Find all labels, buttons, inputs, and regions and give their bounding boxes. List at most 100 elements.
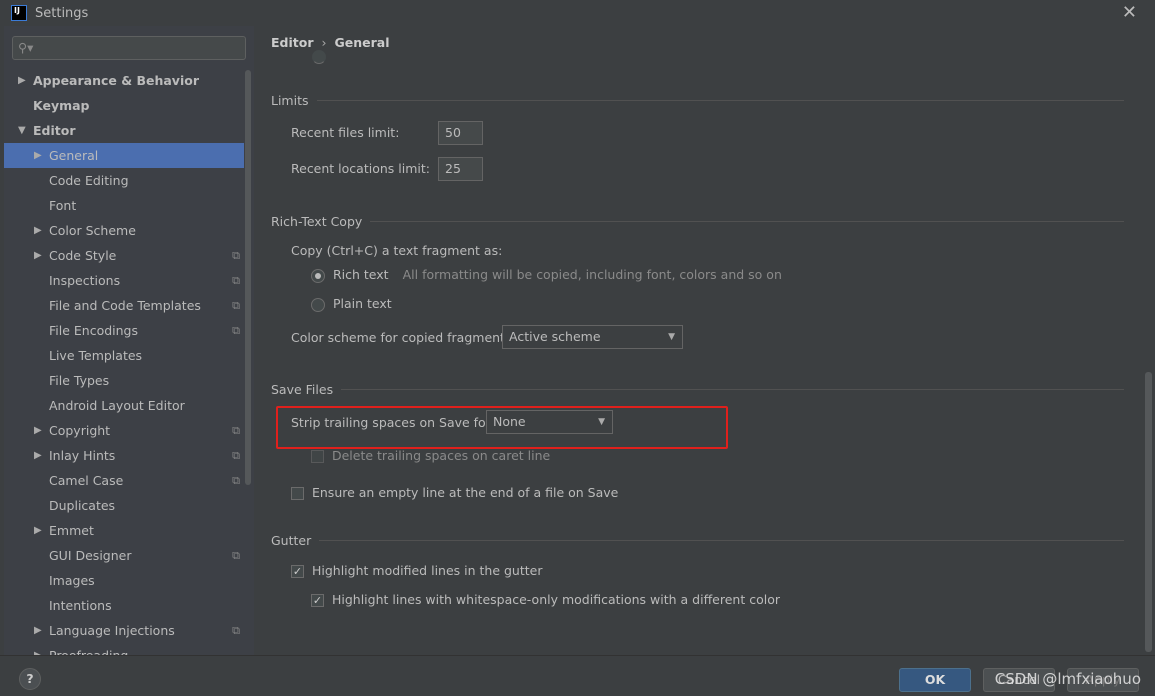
ok-button[interactable]: OK	[899, 668, 971, 692]
collapsed-arrow-icon[interactable]: ▶	[34, 443, 42, 468]
color-scheme-value: Active scheme	[509, 329, 601, 344]
project-settings-icon: ⧉	[232, 249, 240, 262]
intellij-logo-icon: IJ	[11, 5, 27, 21]
watermark: CSDN @lmfxiaohuo	[994, 670, 1141, 688]
sidebar-item[interactable]: Live Templates	[4, 343, 244, 368]
project-settings-icon: ⧉	[232, 474, 240, 487]
gutter-section-header: Gutter	[271, 533, 1124, 548]
help-button[interactable]: ?	[19, 668, 41, 690]
expanded-arrow-icon[interactable]: ▼	[18, 118, 26, 143]
sidebar-item[interactable]: ▶ General	[4, 143, 244, 168]
sidebar-item[interactable]: File Types	[4, 368, 244, 393]
sidebar-item[interactable]: Intentions	[4, 593, 244, 618]
settings-content: Editor › General Limits Recent files limit…	[254, 26, 1155, 655]
project-settings-icon: ⧉	[232, 324, 240, 337]
collapsed-arrow-icon[interactable]: ▶	[34, 243, 42, 268]
sidebar-item[interactable]: Font	[4, 193, 244, 218]
breadcrumb-editor[interactable]: Editor	[271, 35, 314, 50]
search-icon: ⚲▾	[18, 40, 34, 55]
sidebar-item[interactable]: ▶ Copyright ⧉	[4, 418, 244, 443]
sidebar-item-label: Proofreading	[49, 643, 128, 655]
highlight-whitespace-label: Highlight lines with whitespace-only mod…	[331, 592, 781, 607]
settings-search-input[interactable]: ⚲▾	[12, 36, 246, 60]
ensure-empty-line-option[interactable]: Ensure an empty line at the end of a fil…	[291, 485, 618, 500]
collapsed-arrow-icon[interactable]: ▶	[34, 218, 42, 243]
hidden-radio-partial[interactable]	[312, 49, 326, 64]
sidebar-item-label: File Encodings	[49, 323, 139, 338]
recent-locations-input[interactable]: 25	[438, 157, 483, 181]
plain-text-option[interactable]: Plain text	[311, 296, 392, 312]
sidebar-item[interactable]: Camel Case ⧉	[4, 468, 244, 493]
sidebar-item[interactable]: File and Code Templates ⧉	[4, 293, 244, 318]
delete-caret-label: Delete trailing spaces on caret line	[331, 448, 551, 463]
sidebar-item[interactable]: Keymap	[4, 93, 244, 118]
recent-files-input[interactable]: 50	[438, 121, 483, 145]
sidebar-item[interactable]: ▶ Proofreading	[4, 643, 244, 655]
sidebar-item-label: GUI Designer	[49, 548, 132, 563]
content-scrollbar[interactable]	[1145, 372, 1152, 652]
collapsed-arrow-icon[interactable]: ▶	[34, 418, 42, 443]
sidebar-item[interactable]: File Encodings ⧉	[4, 318, 244, 343]
highlight-modified-option[interactable]: ✓ Highlight modified lines in the gutter	[291, 563, 542, 578]
rich-text-section-header: Rich-Text Copy	[271, 214, 1124, 229]
sidebar-item[interactable]: ▶ Appearance & Behavior	[4, 68, 244, 93]
color-scheme-dropdown[interactable]: Active scheme ▼	[502, 325, 683, 349]
project-settings-icon: ⧉	[232, 274, 240, 287]
highlight-whitespace-checkbox[interactable]: ✓	[311, 594, 324, 607]
settings-sidebar: ⚲▾ ▶ Appearance & Behavior Keymap ▼ Editor ▶ G…	[4, 26, 254, 655]
rich-text-title: Rich-Text Copy	[271, 214, 363, 229]
highlight-modified-checkbox[interactable]: ✓	[291, 565, 304, 578]
sidebar-item[interactable]: ▶ Inlay Hints ⧉	[4, 443, 244, 468]
plain-text-label: Plain text	[332, 296, 392, 311]
ensure-empty-line-checkbox[interactable]	[291, 487, 304, 500]
sidebar-item-label: Appearance & Behavior	[33, 73, 199, 88]
save-files-title: Save Files	[271, 382, 334, 397]
sidebar-item[interactable]: Duplicates	[4, 493, 244, 518]
sidebar-item-label: Code Editing	[49, 173, 129, 188]
sidebar-scrollbar[interactable]	[245, 70, 251, 485]
sidebar-item-label: Inspections	[49, 273, 121, 288]
sidebar-item-label: File Types	[49, 373, 110, 388]
collapsed-arrow-icon[interactable]: ▶	[18, 68, 26, 93]
sidebar-item[interactable]: Code Editing	[4, 168, 244, 193]
project-settings-icon: ⧉	[232, 549, 240, 562]
sidebar-item[interactable]: ▶ Code Style ⧉	[4, 243, 244, 268]
chevron-down-icon: ▼	[668, 332, 675, 342]
delete-caret-option[interactable]: Delete trailing spaces on caret line	[311, 448, 550, 463]
sidebar-item[interactable]: Android Layout Editor	[4, 393, 244, 418]
collapsed-arrow-icon[interactable]: ▶	[34, 618, 42, 643]
sidebar-item-label: Inlay Hints	[49, 448, 116, 463]
highlight-whitespace-option[interactable]: ✓ Highlight lines with whitespace-only m…	[311, 592, 780, 607]
highlight-annotation-box	[276, 406, 728, 449]
highlight-modified-label: Highlight modified lines in the gutter	[311, 563, 543, 578]
breadcrumb-general: General	[334, 35, 390, 50]
ensure-empty-line-label: Ensure an empty line at the end of a fil…	[311, 485, 619, 500]
sidebar-item-label: Keymap	[33, 98, 90, 113]
dialog-footer: ? OK Cancel Apply CSDN @lmfxiaohuo	[0, 655, 1155, 696]
sidebar-item[interactable]: ▶ Language Injections ⧉	[4, 618, 244, 643]
rich-text-label: Rich text	[332, 267, 389, 282]
delete-caret-checkbox[interactable]	[311, 450, 324, 463]
sidebar-item[interactable]: Inspections ⧉	[4, 268, 244, 293]
sidebar-item[interactable]: ▶ Emmet	[4, 518, 244, 543]
recent-files-label: Recent files limit:	[291, 125, 400, 140]
sidebar-item[interactable]: ▶ Color Scheme	[4, 218, 244, 243]
sidebar-item-label: Font	[49, 198, 77, 213]
collapsed-arrow-icon[interactable]: ▶	[34, 643, 42, 655]
collapsed-arrow-icon[interactable]: ▶	[34, 518, 42, 543]
collapsed-arrow-icon[interactable]: ▶	[34, 143, 42, 168]
plain-text-radio[interactable]	[311, 297, 325, 312]
rich-text-radio[interactable]	[311, 268, 325, 283]
sidebar-item[interactable]: ▼ Editor	[4, 118, 244, 143]
sidebar-item-label: Editor	[33, 123, 76, 138]
sidebar-item-label: Color Scheme	[49, 223, 136, 238]
sidebar-item[interactable]: Images	[4, 568, 244, 593]
sidebar-item-label: Intentions	[49, 598, 112, 613]
sidebar-item[interactable]: GUI Designer ⧉	[4, 543, 244, 568]
sidebar-item-label: Live Templates	[49, 348, 143, 363]
project-settings-icon: ⧉	[232, 424, 240, 437]
window-title: Settings	[35, 5, 89, 21]
close-icon[interactable]: ✕	[1122, 2, 1137, 23]
rich-text-option[interactable]: Rich text All formatting will be copied, …	[311, 267, 782, 283]
project-settings-icon: ⧉	[232, 449, 240, 462]
